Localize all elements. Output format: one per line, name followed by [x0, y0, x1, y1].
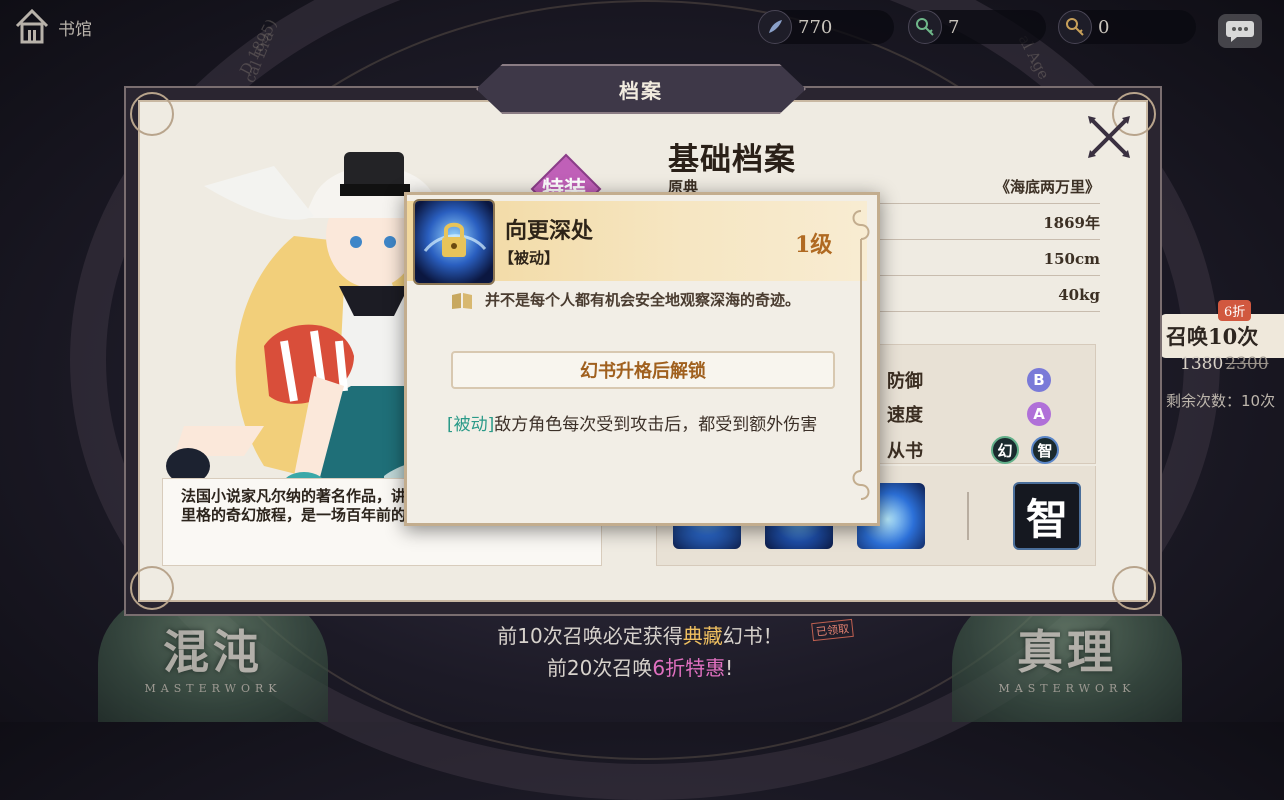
skill-name: 向更深处: [505, 218, 594, 244]
currency-golden-keys-value: 0: [1098, 16, 1110, 38]
stat-defense: 防御 B: [887, 363, 1087, 397]
corner-ornament: [1112, 566, 1156, 610]
corner-ornament: [130, 566, 174, 610]
skill-type: 【被动】: [499, 249, 560, 267]
stat-label: 从书: [887, 441, 923, 462]
grade-badge-defense: B: [1027, 368, 1051, 392]
banner-truth-title: 真理: [1017, 625, 1117, 679]
profile-value: 《海底两万里》: [994, 178, 1100, 196]
promo2-prefix: 前20次召唤: [546, 656, 653, 680]
feather-gem-icon: [758, 10, 792, 44]
close-icon[interactable]: [1084, 112, 1134, 162]
promo1-highlight: 典藏: [682, 624, 723, 648]
effect-text: 敌方角色每次受到攻击后，都受到额外伤害: [494, 415, 818, 435]
currency-keys[interactable]: 7: [908, 10, 1046, 44]
currency-gems[interactable]: 770: [758, 10, 894, 44]
book-badge-wisdom: 智: [1031, 436, 1059, 464]
discount-tag: 6折: [1218, 300, 1252, 321]
chat-button[interactable]: [1218, 14, 1262, 48]
profile-value: 150cm: [1043, 249, 1100, 268]
wisdom-badge-label: 智: [1025, 494, 1068, 544]
banner-truth-subtitle: MASTERWORK: [998, 682, 1136, 695]
library-home-icon: [15, 8, 49, 44]
stat-speed: 速度 A: [887, 397, 1087, 431]
profile-value: 40kg: [1058, 285, 1100, 304]
currency-golden-keys[interactable]: 0: [1058, 10, 1196, 44]
unlock-condition-button[interactable]: 幻书升格后解锁: [451, 351, 835, 389]
price-value: 1380: [1180, 354, 1224, 374]
profile-value: 1869年: [1043, 214, 1100, 232]
promo2-highlight: 6折特惠: [652, 656, 726, 680]
effect-tag: [被动]: [447, 415, 495, 435]
locked-skill-icon: [415, 201, 493, 283]
stat-label: 防御: [887, 371, 923, 392]
popup-scroll-ornament: [852, 210, 870, 500]
skill-detail-popup: 向更深处 【被动】 1级 并不是每个人都有机会安全地观察深海的奇迹。 幻书升格后…: [404, 192, 880, 526]
skill-divider: [967, 492, 969, 540]
promo1-suffix: 幻书！: [722, 624, 783, 648]
currency-keys-value: 7: [948, 16, 960, 38]
stat-book-type: 从书 幻 智: [887, 433, 1087, 467]
skill-effect: [被动]敌方角色每次受到攻击后，都受到额外伤害: [447, 411, 847, 440]
home-button[interactable]: 书馆: [14, 8, 92, 46]
book-badge-fantasy: 幻: [991, 436, 1019, 464]
banner-chaos-subtitle: MASTERWORK: [144, 682, 282, 695]
stat-label: 速度: [887, 405, 923, 426]
panel-title: 档案: [619, 78, 663, 103]
old-price-value: 2300: [1225, 354, 1269, 374]
currency-gems-value: 770: [798, 16, 833, 38]
summon-price: 1380 2300: [1180, 354, 1269, 374]
chat-icon: [1226, 21, 1254, 42]
remaining-count: 剩余次数：10次: [1166, 392, 1276, 410]
wisdom-type-badge[interactable]: 智: [1013, 482, 1081, 550]
grade-badge-speed: A: [1027, 402, 1051, 426]
key-icon: [908, 10, 942, 44]
skill-flavor-text: 并不是每个人都有机会安全地观察深海的奇迹。: [485, 291, 801, 309]
golden-key-icon: [1058, 10, 1092, 44]
skill-icon: [413, 199, 495, 285]
promo2-suffix: !: [725, 656, 734, 680]
promo1-prefix: 前10次召唤必定获得: [497, 624, 683, 648]
skill-level: 1级: [795, 232, 833, 258]
banner-chaos-title: 混沌: [163, 625, 263, 679]
promo-line-2: 前20次召唤6折特惠!: [380, 652, 900, 681]
home-label: 书馆: [58, 19, 92, 40]
panel-title-tab: 档案: [476, 64, 806, 114]
